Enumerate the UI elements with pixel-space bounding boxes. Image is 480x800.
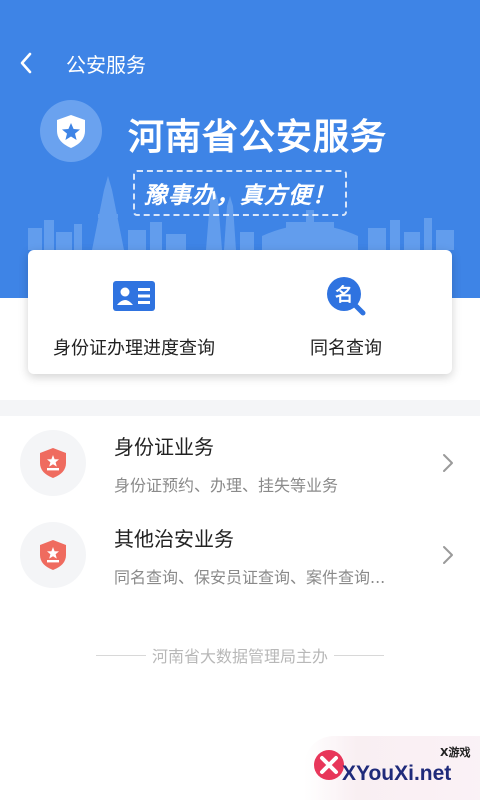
service-item-other-security[interactable]: 其他治安业务 同名查询、保安员证查询、案件查询...: [0, 510, 480, 600]
gamepad-logo-icon: [314, 750, 344, 780]
quick-action-same-name[interactable]: 名 同名查询: [240, 250, 452, 374]
service-title: 其他治安业务: [114, 526, 234, 551]
name-icon-glyph: 名: [335, 284, 353, 306]
chevron-right-icon: [428, 545, 468, 565]
top-bar: 公安服务: [0, 40, 480, 86]
service-icon-bg: [20, 430, 86, 496]
site-watermark: X游戏 XYouXi.net: [304, 736, 480, 800]
watermark-small-text: X游戏: [440, 746, 471, 759]
footer-divider-left: [95, 654, 146, 656]
footer: 河南省大数据管理局主办: [0, 640, 480, 670]
footer-text: 河南省大数据管理局主办: [151, 647, 328, 666]
police-badge-icon: [40, 448, 66, 478]
name-search-icon: 名: [325, 277, 367, 316]
service-description: 同名查询、保安员证查询、案件查询...: [114, 567, 386, 587]
quick-action-label: 身份证办理进度查询: [53, 338, 215, 359]
service-item-id-card[interactable]: 身份证业务 身份证预约、办理、挂失等业务: [0, 418, 480, 508]
quick-actions-card: 身份证办理进度查询 名 同名查询: [28, 250, 452, 374]
police-badge-icon: [40, 540, 66, 570]
back-button[interactable]: [0, 40, 52, 86]
slogan-banner: 豫事办，真方便！: [133, 170, 347, 216]
chevron-left-icon: [20, 52, 32, 74]
id-card-icon: [112, 278, 156, 314]
footer-divider-right: [334, 654, 384, 656]
service-title: 身份证业务: [114, 434, 214, 459]
chevron-right-icon: [428, 453, 468, 473]
hero-title: 河南省公安服务: [128, 117, 388, 158]
page-title: 公安服务: [66, 52, 146, 77]
quick-action-id-progress[interactable]: 身份证办理进度查询: [28, 250, 240, 374]
watermark-site-text: XYouXi.net: [342, 762, 452, 785]
service-icon-bg: [20, 522, 86, 588]
section-divider: [0, 400, 480, 416]
quick-action-label: 同名查询: [310, 338, 382, 359]
police-shield-star-icon: [40, 100, 102, 162]
service-description: 身份证预约、办理、挂失等业务: [114, 475, 339, 495]
